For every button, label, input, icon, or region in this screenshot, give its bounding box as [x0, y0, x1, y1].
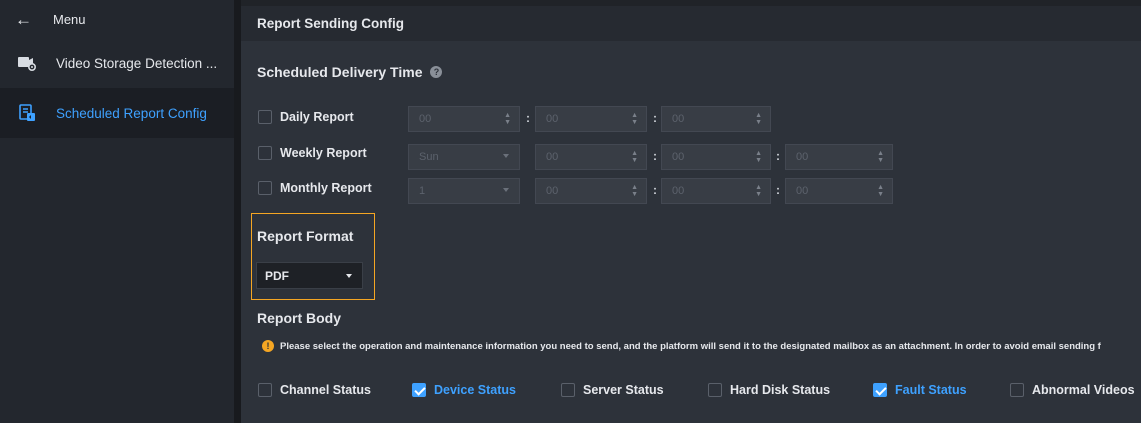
daily-second-field[interactable]: 00 ▲ ▼: [661, 106, 771, 132]
monthly-report-label: Monthly Report: [280, 181, 372, 195]
hard-disk-status-label: Hard Disk Status: [730, 383, 831, 397]
report-format-value: PDF: [265, 268, 289, 283]
abnormal-videos-option[interactable]: Abnormal Videos: [1010, 378, 1135, 402]
time-colon: :: [653, 111, 657, 125]
report-config-icon: [16, 103, 38, 123]
spinner-icon[interactable]: ▲ ▼: [755, 150, 762, 164]
chevron-down-icon: [503, 154, 509, 158]
weekly-report-checkbox[interactable]: [258, 146, 272, 160]
monthly-second-value: 00: [796, 185, 809, 197]
monthly-hour-value: 00: [546, 185, 559, 197]
monthly-second-field[interactable]: 00 ▲ ▼: [785, 178, 893, 204]
monthly-report-checkbox[interactable]: [258, 181, 272, 195]
report-body-notice: ! Please select the operation and mainte…: [262, 340, 1101, 352]
server-status-option[interactable]: Server Status: [561, 378, 664, 402]
report-format-select[interactable]: PDF: [256, 262, 363, 289]
spinner-icon[interactable]: ▲ ▼: [631, 112, 638, 126]
daily-report-row: Daily Report: [258, 105, 354, 129]
monthly-report-row: Monthly Report: [258, 176, 372, 200]
time-colon: :: [526, 111, 530, 125]
time-colon: :: [653, 149, 657, 163]
fault-status-checkbox[interactable]: [873, 383, 887, 397]
time-colon: :: [776, 183, 780, 197]
sidebar-item-scheduled-report-config[interactable]: Scheduled Report Config: [0, 88, 234, 138]
weekly-day-value: Sun: [419, 151, 439, 163]
server-status-label: Server Status: [583, 383, 664, 397]
monthly-minute-value: 00: [672, 185, 685, 197]
report-format-title: Report Format: [257, 228, 354, 244]
sidebar-item-video-storage-detection[interactable]: Video Storage Detection ...: [0, 38, 234, 88]
channel-status-label: Channel Status: [280, 383, 371, 397]
spinner-icon[interactable]: ▲ ▼: [877, 184, 884, 198]
sidebar-item-label: Scheduled Report Config: [56, 105, 207, 121]
sidebar: ← Menu Video Storage Detection ... Sched…: [0, 0, 234, 423]
daily-report-checkbox[interactable]: [258, 110, 272, 124]
chevron-down-icon: [503, 188, 509, 192]
weekly-hour-field[interactable]: 00 ▲ ▼: [535, 144, 647, 170]
spinner-icon[interactable]: ▲ ▼: [631, 150, 638, 164]
device-status-label: Device Status: [434, 383, 516, 397]
weekly-day-select[interactable]: Sun: [408, 144, 520, 170]
daily-hour-value: 00: [419, 113, 432, 125]
device-status-checkbox[interactable]: [412, 383, 426, 397]
chevron-down-icon: [346, 274, 352, 278]
monthly-minute-field[interactable]: 00 ▲ ▼: [661, 178, 771, 204]
fault-status-option[interactable]: Fault Status: [873, 378, 967, 402]
weekly-minute-field[interactable]: 00 ▲ ▼: [661, 144, 771, 170]
spinner-icon[interactable]: ▲ ▼: [504, 112, 511, 126]
hard-disk-status-checkbox[interactable]: [708, 383, 722, 397]
help-icon[interactable]: ?: [430, 66, 443, 78]
menu-header[interactable]: ← Menu: [0, 0, 234, 38]
daily-hour-field[interactable]: 00 ▲ ▼: [408, 106, 520, 132]
hard-disk-status-option[interactable]: Hard Disk Status: [708, 378, 830, 402]
daily-second-value: 00: [672, 113, 685, 125]
time-colon: :: [776, 149, 780, 163]
weekly-report-label: Weekly Report: [280, 146, 367, 160]
server-status-checkbox[interactable]: [561, 383, 575, 397]
weekly-second-value: 00: [796, 151, 809, 163]
weekly-minute-value: 00: [672, 151, 685, 163]
report-body-title-text: Report Body: [257, 310, 341, 326]
delivery-title-text: Scheduled Delivery Time: [257, 64, 423, 80]
channel-status-checkbox[interactable]: [258, 383, 272, 397]
menu-label: Menu: [53, 11, 86, 27]
monthly-day-select[interactable]: 1: [408, 178, 520, 204]
warning-icon: !: [262, 340, 274, 352]
storage-detection-icon: [16, 53, 38, 73]
daily-minute-field[interactable]: 00 ▲ ▼: [535, 106, 647, 132]
spinner-icon[interactable]: ▲ ▼: [755, 184, 762, 198]
weekly-second-field[interactable]: 00 ▲ ▼: [785, 144, 893, 170]
spinner-icon[interactable]: ▲ ▼: [755, 112, 762, 126]
weekly-hour-value: 00: [546, 151, 559, 163]
time-colon: :: [653, 183, 657, 197]
fault-status-label: Fault Status: [895, 383, 967, 397]
daily-minute-value: 00: [546, 113, 559, 125]
abnormal-videos-label: Abnormal Videos: [1032, 383, 1135, 397]
spinner-icon[interactable]: ▲ ▼: [631, 184, 638, 198]
weekly-report-row: Weekly Report: [258, 141, 367, 165]
daily-report-label: Daily Report: [280, 110, 354, 124]
page-title: Report Sending Config: [241, 6, 1141, 41]
back-arrow-icon[interactable]: ←: [15, 11, 43, 28]
notice-text: Please select the operation and maintena…: [280, 340, 1101, 352]
sidebar-item-label: Video Storage Detection ...: [56, 55, 218, 71]
delivery-section-title: Scheduled Delivery Time ?: [257, 64, 443, 80]
device-status-option[interactable]: Device Status: [412, 378, 516, 402]
spinner-icon[interactable]: ▲ ▼: [877, 150, 884, 164]
report-body-title: Report Body: [257, 310, 341, 326]
monthly-hour-field[interactable]: 00 ▲ ▼: [535, 178, 647, 204]
monthly-day-value: 1: [419, 185, 426, 197]
sidebar-divider: [234, 0, 241, 423]
abnormal-videos-checkbox[interactable]: [1010, 383, 1024, 397]
channel-status-option[interactable]: Channel Status: [258, 378, 371, 402]
